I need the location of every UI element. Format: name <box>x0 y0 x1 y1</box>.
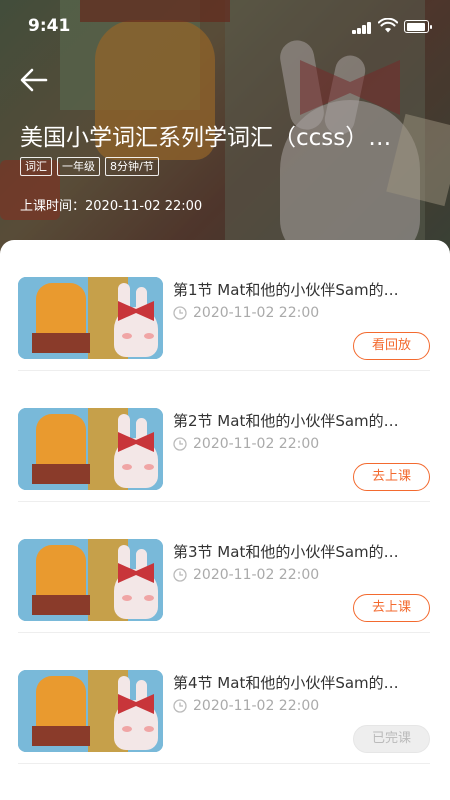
lesson-item[interactable]: 第2节 Mat和他的小伙伴Sam的… 2020-11-02 22:00 去上课 <box>18 371 430 502</box>
schedule-label: 上课时间： <box>20 199 86 214</box>
lesson-time: 2020-11-02 22:00 <box>173 567 319 583</box>
tag-duration: 8分钟/节 <box>105 157 159 176</box>
signal-icon <box>352 22 374 34</box>
lesson-time-text: 2020-11-02 22:00 <box>193 567 320 583</box>
go-to-class-button[interactable]: 去上课 <box>353 463 430 491</box>
back-arrow-icon[interactable] <box>18 64 50 96</box>
lesson-time-text: 2020-11-02 22:00 <box>193 305 320 321</box>
tag-category: 词汇 <box>20 157 52 176</box>
lesson-item[interactable]: 第4节 Mat和他的小伙伴Sam的… 2020-11-02 22:00 已完课 <box>18 633 430 764</box>
course-header: 9:41 美国小学词汇系列学词汇（ccss）… 词汇 一年级 8分钟/节 上课时… <box>0 0 450 260</box>
lesson-title: 第4节 Mat和他的小伙伴Sam的… <box>173 674 399 692</box>
clock-icon <box>173 568 187 582</box>
course-schedule: 上课时间：2020-11-02 22:00 <box>20 195 202 214</box>
lesson-title: 第2节 Mat和他的小伙伴Sam的… <box>173 412 399 430</box>
clock-icon <box>173 306 187 320</box>
lesson-thumbnail[interactable] <box>18 670 163 752</box>
clock-icon <box>173 437 187 451</box>
lesson-thumbnail[interactable] <box>18 408 163 490</box>
battery-icon <box>404 20 432 33</box>
lesson-title: 第3节 Mat和他的小伙伴Sam的… <box>173 543 399 561</box>
course-tags: 词汇 一年级 8分钟/节 <box>20 157 159 176</box>
lesson-thumbnail[interactable] <box>18 539 163 621</box>
go-to-class-button[interactable]: 去上课 <box>353 594 430 622</box>
status-bar: 9:41 <box>0 0 450 54</box>
status-time: 9:41 <box>28 16 71 36</box>
course-title: 美国小学词汇系列学词汇（ccss）… <box>20 125 392 151</box>
lesson-item[interactable]: 第1节 Mat和他的小伙伴Sam的… 2020-11-02 22:00 看回放 <box>18 240 430 371</box>
lesson-time: 2020-11-02 22:00 <box>173 436 319 452</box>
class-completed-button: 已完课 <box>353 725 430 753</box>
lesson-list: 第1节 Mat和他的小伙伴Sam的… 2020-11-02 22:00 看回放 … <box>0 240 450 800</box>
clock-icon <box>173 699 187 713</box>
lesson-title: 第1节 Mat和他的小伙伴Sam的… <box>173 281 399 299</box>
lesson-time: 2020-11-02 22:00 <box>173 698 319 714</box>
lesson-item[interactable]: 第3节 Mat和他的小伙伴Sam的… 2020-11-02 22:00 去上课 <box>18 502 430 633</box>
lesson-time-text: 2020-11-02 22:00 <box>193 436 320 452</box>
lesson-thumbnail[interactable] <box>18 277 163 359</box>
schedule-value: 2020-11-02 22:00 <box>85 199 203 214</box>
watch-replay-button[interactable]: 看回放 <box>353 332 430 360</box>
wifi-icon <box>378 18 398 33</box>
tag-grade: 一年级 <box>57 157 100 176</box>
lesson-time: 2020-11-02 22:00 <box>173 305 319 321</box>
lesson-time-text: 2020-11-02 22:00 <box>193 698 320 714</box>
